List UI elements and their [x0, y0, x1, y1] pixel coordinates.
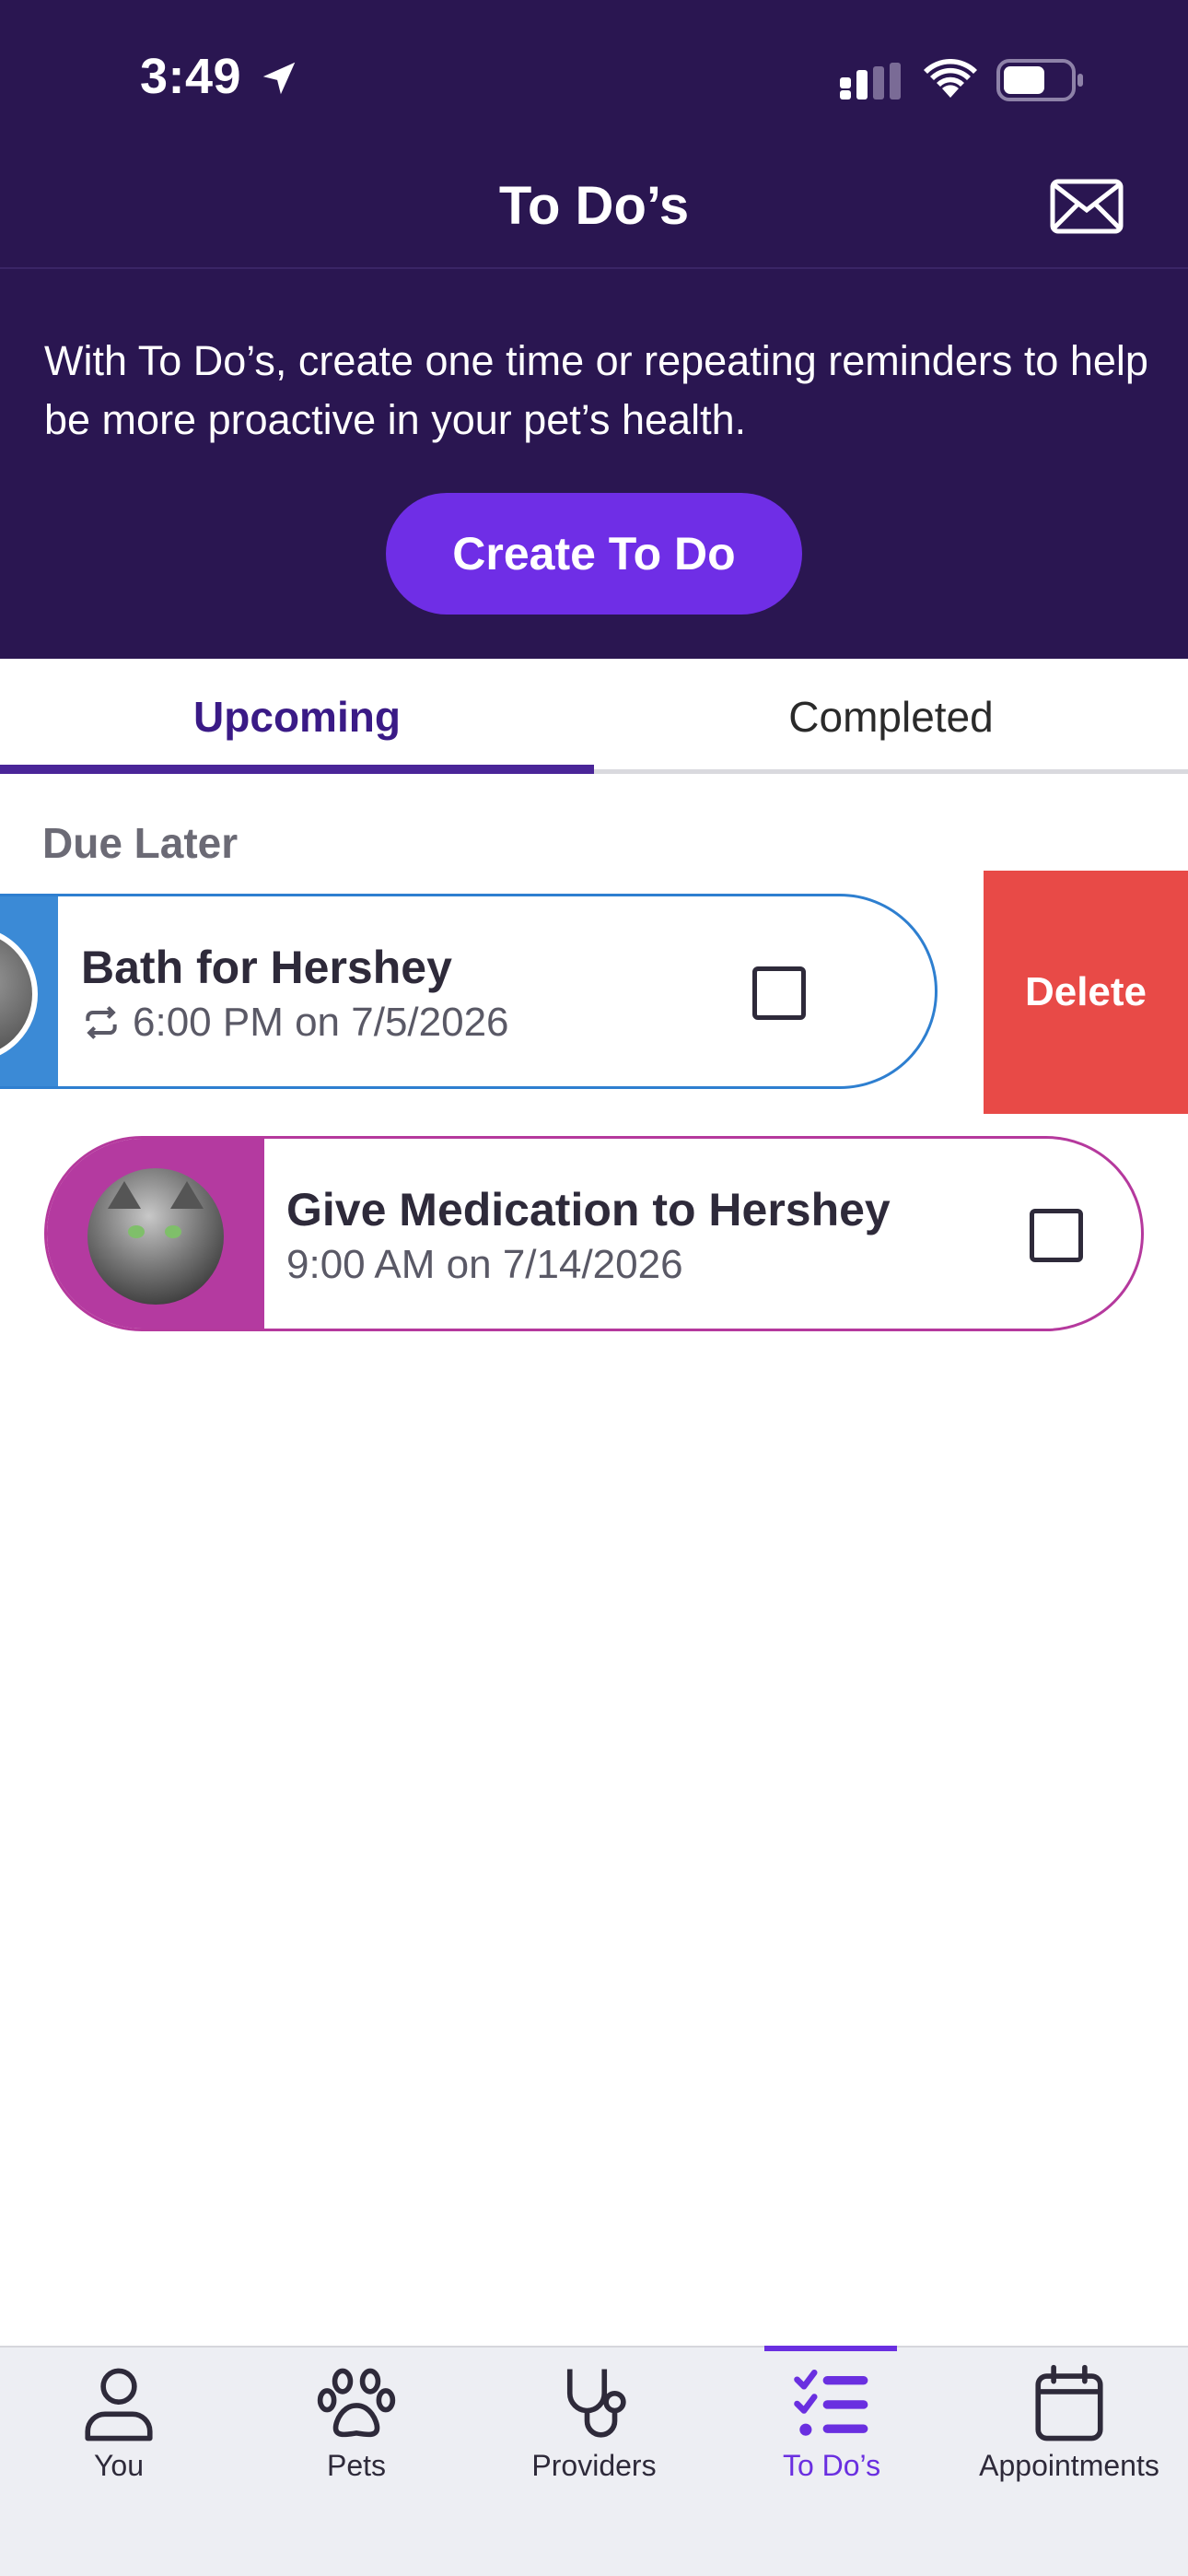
todo-title: Bath for Hershey [81, 942, 452, 993]
location-arrow-icon [262, 62, 296, 95]
checklist-icon [794, 2369, 868, 2436]
cat-ear-shape [170, 1181, 204, 1209]
section-header-due-later: Due Later [42, 819, 239, 867]
tabbar-item-providers[interactable]: Providers [475, 2348, 713, 2495]
battery-icon [996, 59, 1083, 101]
tabbar-item-pets[interactable]: Pets [238, 2348, 475, 2495]
cat-eye-shape [165, 1225, 181, 1238]
mail-icon[interactable] [1050, 179, 1124, 234]
tabbar-item-appointments[interactable]: Appointments [950, 2348, 1188, 2495]
header-region: 3:49 To Do’s With To Do’s, create one ti… [0, 0, 1188, 659]
tab-divider [594, 769, 1188, 774]
cat-ear-shape [108, 1181, 141, 1209]
tabbar-label: You [94, 2449, 144, 2482]
bottom-tab-bar: You Pets Providers To Do’s Appointments [0, 2346, 1188, 2576]
tabbar-item-todos[interactable]: To Do’s [713, 2348, 950, 2495]
page-title: To Do’s [498, 176, 690, 236]
segmented-tabs: Upcoming Completed [0, 659, 1188, 774]
calendar-icon [1035, 2364, 1103, 2441]
todo-checkbox[interactable] [1030, 1209, 1083, 1262]
stethoscope-icon [566, 2369, 626, 2438]
todo-card-medication[interactable]: Give Medication to Hershey 9:00 AM on 7/… [44, 1136, 1144, 1331]
tabbar-label: Pets [326, 2449, 387, 2482]
navigation-bar: To Do’s [0, 138, 1188, 269]
todo-schedule: 9:00 AM on 7/14/2026 [286, 1242, 683, 1287]
tab-completed[interactable]: Completed [594, 659, 1188, 774]
cat-eye-shape [128, 1225, 145, 1238]
person-icon [85, 2368, 153, 2441]
todo-schedule: 6:00 PM on 7/5/2026 [133, 1000, 509, 1045]
create-todo-button[interactable]: Create To Do [386, 493, 802, 615]
status-time: 3:49 [140, 49, 242, 104]
delete-button[interactable]: Delete [984, 871, 1188, 1114]
active-tab-indicator [0, 765, 594, 774]
status-bar: 3:49 [0, 0, 1188, 138]
tabbar-item-you[interactable]: You [0, 2348, 238, 2495]
todo-card-bath[interactable]: Bath for Hershey 6:00 PM on 7/5/2026 [0, 894, 938, 1089]
todo-checkbox[interactable] [752, 966, 806, 1020]
pet-avatar [87, 1168, 224, 1305]
cellular-signal-icon [840, 63, 901, 100]
intro-text: With To Do’s, create one time or repeati… [44, 337, 1148, 443]
todo-title: Give Medication to Hershey [286, 1184, 891, 1235]
wifi-icon [924, 59, 977, 98]
todo-schedule-row: 6:00 PM on 7/5/2026 [81, 1000, 509, 1046]
tabbar-label: Appointments [979, 2449, 1159, 2482]
tab-upcoming[interactable]: Upcoming [0, 659, 594, 774]
paw-icon [317, 2368, 396, 2438]
tabbar-label: Providers [531, 2449, 657, 2482]
tabbar-label: To Do’s [782, 2449, 881, 2482]
repeat-icon [86, 1006, 117, 1039]
